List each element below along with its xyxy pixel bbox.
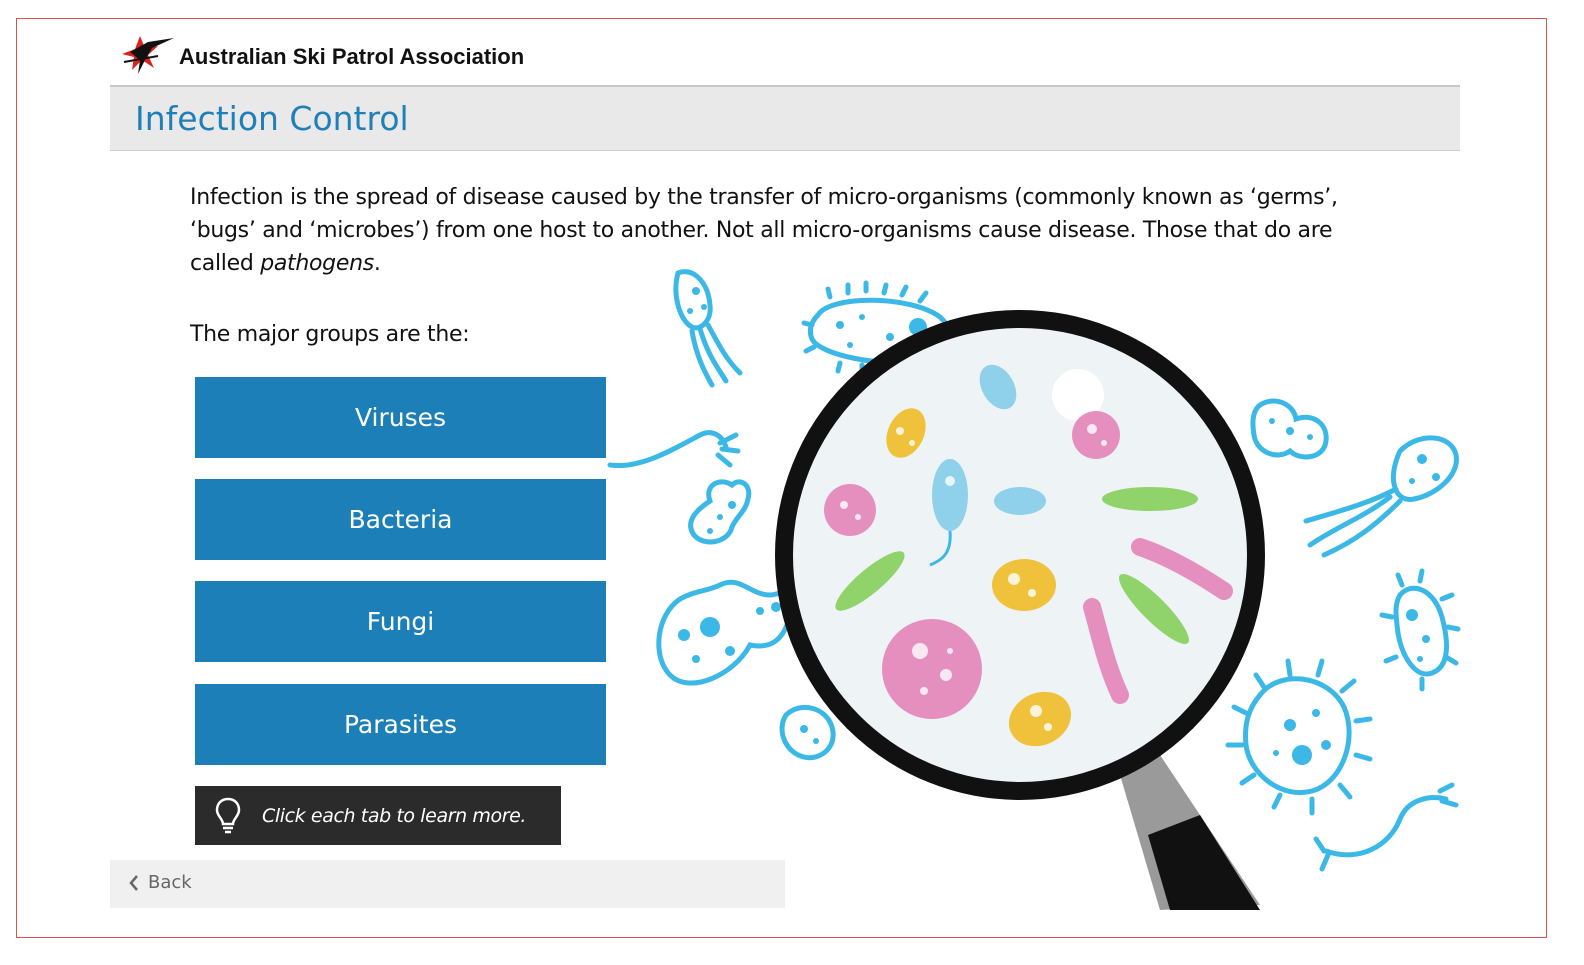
back-label: Back [148,872,192,893]
microbe-tail [607,430,729,469]
microbe-flagellate-right [1303,435,1459,558]
microbes-illustration [607,269,1461,910]
microbe-peanut-left [688,479,752,545]
groups-label: The major groups are the: [190,322,470,347]
chevron-left-icon [129,874,138,891]
microbe-ciliated-right [1379,568,1461,692]
nav-bar: Back [110,860,785,908]
header: Australian Ski Patrol Association [110,28,1460,87]
org-name: Australian Ski Patrol Association [179,44,525,69]
microbe-flagellate-top [673,269,743,388]
intro-emphasis: pathogens [260,251,374,276]
intro-end: . [373,251,381,276]
hint-text: Click each tab to learn more. [262,805,527,827]
tab-bacteria[interactable]: Bacteria [195,479,606,560]
microbe-spiky-right [1225,658,1373,816]
title-bar: Infection Control [110,87,1460,151]
lightbulb-icon [215,797,241,834]
tab-parasites[interactable]: Parasites [195,684,606,765]
microbe-small-bottom-left [779,704,836,761]
magnifier-handle [1120,755,1260,910]
skier-star-logo-icon [122,36,174,74]
back-button[interactable]: Back [128,872,192,893]
microbe-tail-bottom-right [1313,782,1459,872]
tab-fungi[interactable]: Fungi [195,581,606,662]
hint-box: Click each tab to learn more. [195,786,561,845]
page-title: Infection Control [135,99,409,138]
tab-viruses[interactable]: Viruses [195,377,606,458]
